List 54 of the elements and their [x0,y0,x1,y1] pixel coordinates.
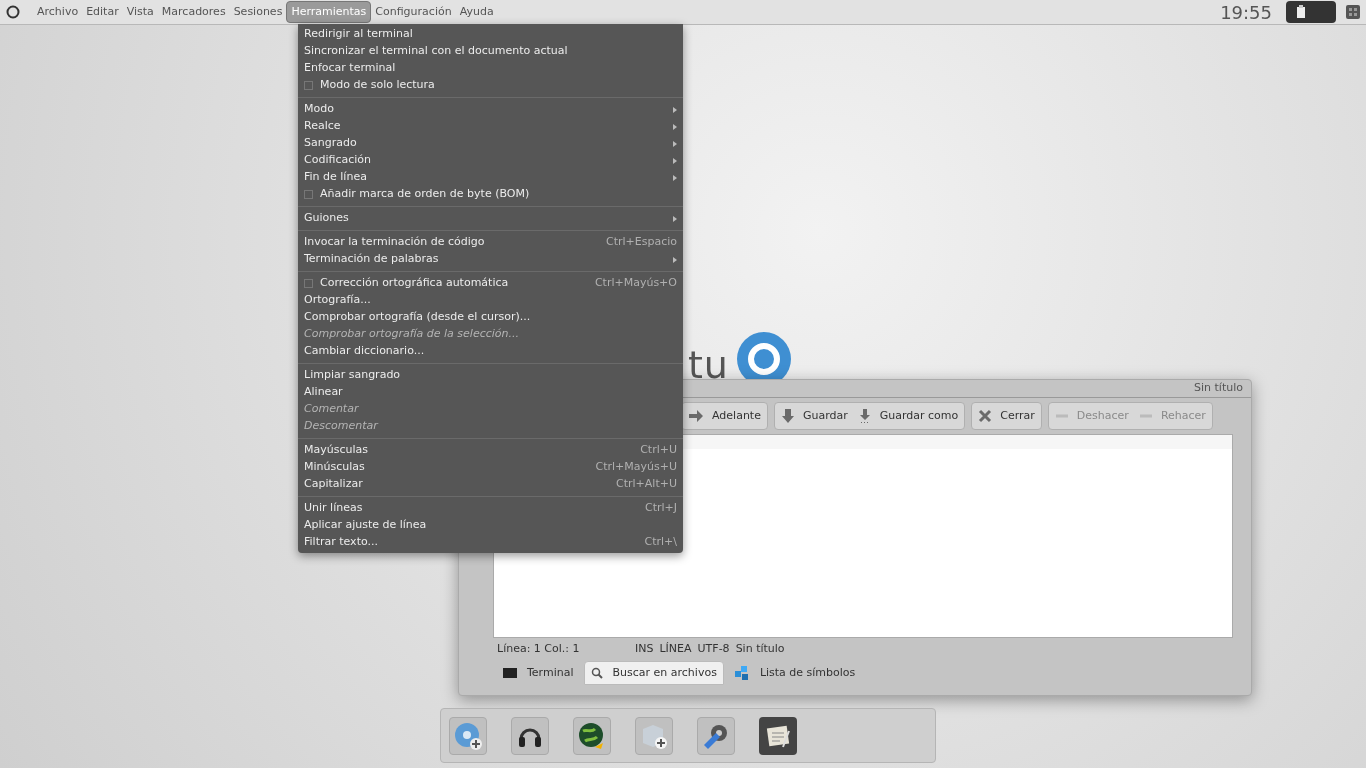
panel-tab[interactable]: Buscar en archivos [583,661,724,685]
shortcut-text: Ctrl+Mayús+U [595,459,677,476]
menu-item[interactable]: Minúsculas Ctrl+Mayús+U [298,459,683,476]
panel-tab[interactable]: Lista de símbolos [727,661,862,685]
menu-item[interactable]: Capitalizar Ctrl+Alt+U [298,476,683,493]
status-text: LÍNEA [659,640,692,657]
menu-item[interactable]: Ortografía... [298,292,683,309]
menu-item[interactable]: Cambiar diccionario... [298,343,683,360]
menu-bar-item[interactable]: Configuración [371,1,456,23]
menu-item[interactable]: Comprobar ortografía (desde el cursor)... [298,309,683,326]
menu-item[interactable]: Terminación de palabras [298,251,683,268]
menu-item[interactable]: Modo de solo lectura [298,77,683,94]
shortcut-text: Ctrl+Mayús+O [594,275,677,292]
shortcut-text: Ctrl+Alt+U [616,476,677,493]
menu-bar-item[interactable]: Marcadores [157,1,230,23]
menu-item[interactable]: Enfocar terminal [298,60,683,77]
menu-item[interactable]: Aplicar ajuste de línea [298,517,683,534]
menu-item[interactable]: Fin de línea [298,169,683,186]
menu-bar-item[interactable]: Ayuda [455,1,498,23]
toolbar-button[interactable]: Adelante [686,404,763,428]
status-text: INS [635,640,654,657]
toolbar-button[interactable]: Guardar [778,404,850,428]
menu-item[interactable]: Alinear [298,384,683,401]
status-text: Sin título [735,640,785,657]
menu-bar-item[interactable]: Editar [82,1,123,23]
toolbar-button[interactable]: Cerrar [976,404,1037,428]
wallpaper-logo-text: tu [688,346,729,384]
clock: 19:55 [1220,0,1272,25]
toolbar-button[interactable]: Guardar como [855,404,961,428]
menu-item[interactable]: Sangrado [298,135,683,152]
menu-bar-item[interactable]: Archivo [33,1,83,23]
menu-item[interactable]: Unir líneas Ctrl+J [298,500,683,517]
menu-item[interactable]: Limpiar sangrado [298,367,683,384]
status-text: Línea: 1 Col.: 1 [497,640,581,657]
shortcut-text: Ctrl+U [640,442,677,459]
menu-item[interactable]: Filtrar texto... Ctrl+\ [298,534,683,551]
shortcut-text: Ctrl+\ [644,534,677,551]
status-text: UTF-8 [697,640,730,657]
window-title: Sin título [1194,380,1243,397]
menu-item[interactable]: Realce [298,118,683,135]
menu-item[interactable]: Guiones [298,210,683,227]
menu-item[interactable]: Modo [298,101,683,118]
menu-item[interactable]: Codificación [298,152,683,169]
menu-item[interactable]: Sincronizar el terminal con el documento actual [298,43,683,60]
menu-item[interactable]: Corrección ortográfica automática Ctrl+Mayús+O [298,275,683,292]
menu-item[interactable]: Invocar la terminación de código Ctrl+Espacio [298,234,683,251]
menu-item[interactable]: Añadir marca de orden de byte (BOM) [298,186,683,203]
menu-bar-item[interactable]: Vista [122,1,158,23]
menu-bar-item[interactable]: Sesiones [229,1,287,23]
shortcut-text: Ctrl+J [644,500,677,517]
menu-item[interactable]: Redirigir al terminal [298,26,683,43]
panel-tab[interactable]: Terminal [497,661,580,685]
shortcut-text: Ctrl+Espacio [605,234,677,251]
menu-item[interactable]: Mayúsculas Ctrl+U [298,442,683,459]
